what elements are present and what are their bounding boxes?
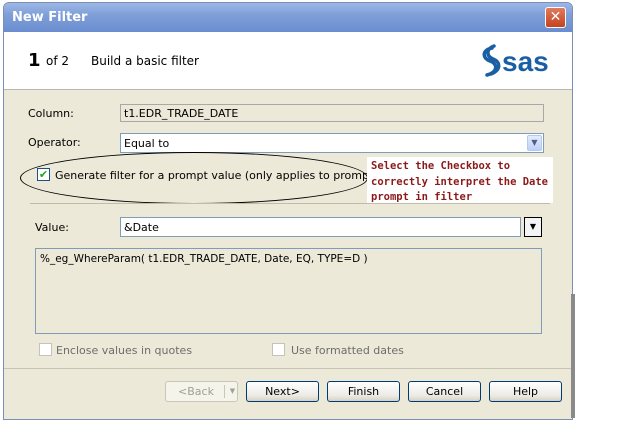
chevron-down-icon[interactable]: ▼ xyxy=(227,382,238,401)
close-icon: ✕ xyxy=(549,9,562,25)
prompt-checkbox[interactable]: ✔ xyxy=(37,168,50,181)
expression-preview: %_eg_WhereParam( t1.EDR_TRADE_DATE, Date… xyxy=(35,248,542,334)
enclose-quotes-checkbox[interactable] xyxy=(39,343,52,356)
checkmark-icon: ✔ xyxy=(38,168,49,181)
sas-logo: sas xyxy=(482,44,549,77)
step-of: of 2 xyxy=(46,54,70,68)
title-bar[interactable]: New Filter ✕ xyxy=(4,3,572,32)
operator-value: Equal to xyxy=(124,137,170,150)
logo-text: sas xyxy=(502,46,549,77)
footer-divider xyxy=(4,368,572,369)
value-dropdown-button[interactable]: ▼ xyxy=(524,217,542,237)
value-label: Value: xyxy=(35,221,69,234)
operator-select[interactable]: Equal to ▼ xyxy=(120,133,544,153)
formatted-dates-label: Use formatted dates xyxy=(291,344,404,357)
value-input[interactable]: &Date xyxy=(120,217,521,237)
chevron-down-icon: ▼ xyxy=(529,222,537,231)
help-button[interactable]: Help xyxy=(489,381,562,402)
close-button[interactable]: ✕ xyxy=(545,7,566,28)
back-split-divider xyxy=(224,385,225,398)
wizard-header: 1 of 2 Build a basic filter sas xyxy=(4,32,572,90)
next-button[interactable]: Next> xyxy=(246,381,319,402)
operator-label: Operator: xyxy=(28,136,81,149)
step-current: 1 xyxy=(28,50,41,71)
step-title: Build a basic filter xyxy=(91,54,199,68)
column-label: Column: xyxy=(28,107,74,120)
cancel-button[interactable]: Cancel xyxy=(408,381,481,402)
finish-button[interactable]: Finish xyxy=(327,381,400,402)
annotation-note: Select the Checkbox to correctly interpr… xyxy=(367,157,553,203)
section-divider xyxy=(30,203,550,204)
annotation-line-2: correctly interpret the Date xyxy=(371,175,549,188)
back-button[interactable]: <Back ▼ xyxy=(165,381,238,402)
chevron-down-icon[interactable]: ▼ xyxy=(527,135,542,151)
window-title: New Filter xyxy=(12,10,88,25)
back-button-label: <Back xyxy=(178,385,214,398)
window-shadow xyxy=(571,294,575,418)
annotation-line-1: Select the Checkbox to xyxy=(371,160,511,172)
enclose-quotes-label: Enclose values in quotes xyxy=(56,344,193,357)
formatted-dates-checkbox[interactable] xyxy=(272,343,285,356)
prompt-checkbox-label[interactable]: Generate filter for a prompt value (only… xyxy=(55,169,411,182)
new-filter-dialog: New Filter ✕ 1 of 2 Build a basic filter… xyxy=(3,2,573,420)
column-field: t1.EDR_TRADE_DATE xyxy=(120,104,544,122)
